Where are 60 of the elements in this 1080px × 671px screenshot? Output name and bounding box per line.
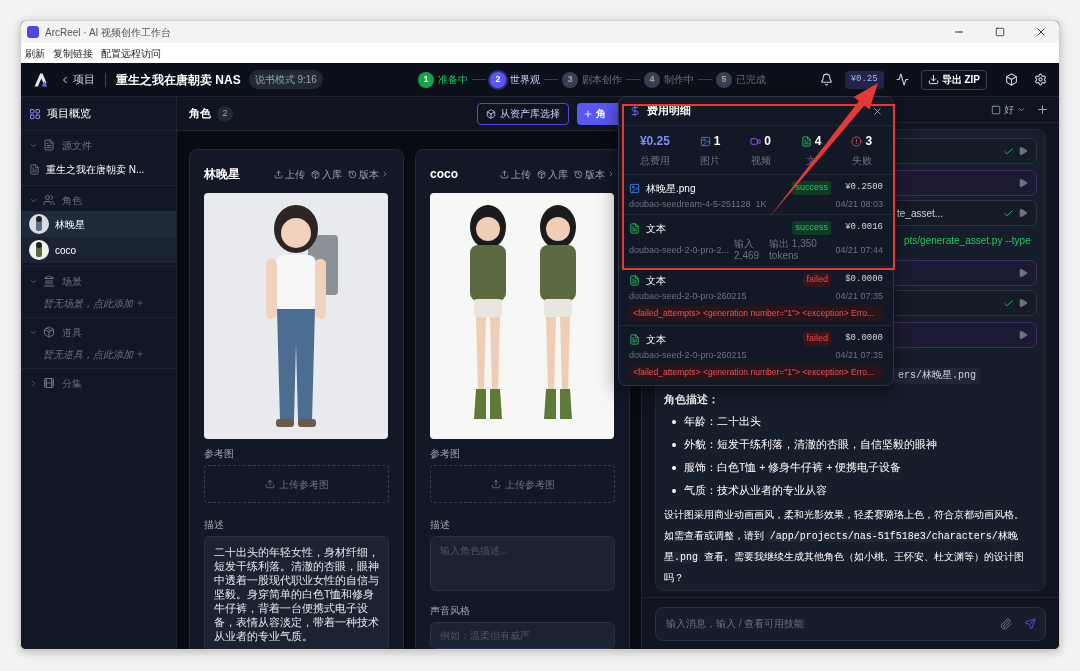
mode-badge: 说书模式 9:16 — [248, 70, 323, 89]
bullet-text: 外貌：短发干练利落，清澈的杏眼，自信坚毅的眼神 — [684, 437, 937, 453]
stat-value: 0 — [764, 133, 771, 150]
stat-value: 4 — [814, 133, 822, 150]
record-name: 文本 — [646, 221, 666, 236]
record-price: ¥0.0016 — [844, 221, 883, 235]
record-name: 文本 — [646, 332, 666, 347]
message-paragraph: 设计图采用商业动画画风，柔和光影效果，轻柔赛璐珞上色，符合京都动画风格。 — [664, 508, 1025, 522]
field-label: 参考图 — [430, 447, 461, 461]
size-text: 1K — [755, 198, 767, 210]
status-badge: success — [792, 221, 831, 235]
field-label: 描述 — [204, 518, 225, 532]
stat-label: 图片 — [700, 154, 721, 168]
project-title: 重生之我在唐朝卖 NAS — [116, 71, 241, 89]
record-time: 04/21 07:35 — [835, 349, 883, 361]
count-badge: 2 — [217, 105, 233, 122]
character-name: coco — [430, 166, 458, 183]
record-time: 04/21 07:44 — [835, 244, 883, 256]
status-badge: failed — [803, 332, 831, 346]
field-label: 声音风格 — [430, 604, 471, 618]
command-text: pts/generate_asset.py --type — [904, 234, 1031, 248]
stat-label: 总费用 — [639, 154, 670, 168]
field-label: 描述 — [430, 518, 451, 532]
status-badge: success — [792, 181, 831, 195]
step-number: 1 — [418, 71, 434, 88]
record-time: 04/21 08:03 — [835, 198, 883, 210]
record-price: $0.0000 — [844, 332, 883, 346]
record-price: $0.0000 — [844, 273, 883, 287]
stat-value: ¥0.25 — [639, 133, 670, 150]
message-paragraph: 如需查看或调整，请到 /app/projects/nas-51f518e3/characters/林晚星.png 查看。需要我继续生成其他角色（如小桃、王怀安、杜文渊等）的设计图吗？ — [664, 529, 1025, 585]
bullet-text: 服饰：白色T恤 + 修身牛仔裤 + 便携电子设备 — [684, 460, 902, 476]
model-name: doubao-seed-2-0-pro-260215 — [629, 290, 747, 302]
field-label: 参考图 — [204, 447, 235, 461]
status-badge: failed — [803, 273, 831, 287]
bullet-text: 气质：技术从业者的专业从容 — [684, 483, 827, 499]
record-name: 文本 — [646, 273, 666, 288]
stat-value: 1 — [713, 133, 721, 150]
record-price: ¥0.2500 — [844, 181, 883, 195]
stat-value: 3 — [865, 133, 873, 150]
model-name: doubao-seed-2-0-pro-260215 — [629, 349, 747, 361]
bullet-text: 年龄：二十出头 — [684, 414, 761, 430]
window-title: ArcReel · AI 视频创作工作台 — [45, 25, 172, 40]
error-text: <failed_attempts> <generation number="1"> <exception> Erro... — [629, 306, 883, 321]
step-number: 2 — [490, 71, 506, 88]
record-time: 04/21 07:35 — [835, 290, 883, 302]
error-text: <failed_attempts> <generation number="1"> <exception> Erro... — [629, 365, 883, 380]
stat-label: 视频 — [750, 154, 771, 168]
step-number: 5 — [716, 71, 732, 88]
model-name: doubao-seed-2-0-pro-2... — [629, 244, 730, 256]
character-name: 林晚星 — [204, 166, 240, 183]
step-number: 4 — [644, 71, 660, 88]
panel-title: 角色 — [189, 106, 211, 122]
message-heading: 角色描述： — [664, 392, 720, 407]
model-name: doubao-seedream-4-5-251128 — [629, 198, 751, 210]
token-count: 输入 2,469 — [734, 238, 761, 262]
path-text: ers/林晚星.png — [894, 368, 980, 384]
token-count: 输出 1,350 tokens — [769, 238, 818, 262]
stat-label: 失败 — [851, 154, 872, 168]
record-name: 林晚星.png — [646, 181, 696, 196]
step-number: 3 — [562, 71, 578, 88]
